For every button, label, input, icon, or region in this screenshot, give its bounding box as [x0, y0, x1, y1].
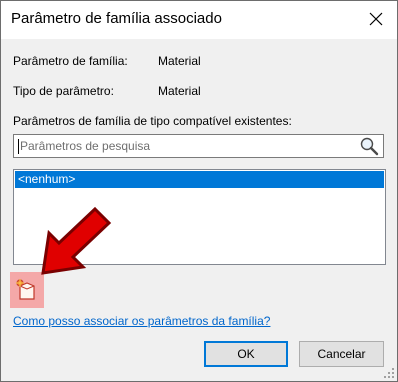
parameter-type-value: Material: [158, 84, 201, 98]
new-family-parameter-icon[interactable]: [14, 277, 40, 303]
search-field[interactable]: [13, 134, 384, 158]
close-icon: [369, 12, 383, 26]
list-item-none[interactable]: <nenhum>: [15, 171, 384, 188]
ok-button[interactable]: OK: [204, 341, 288, 367]
existing-parameters-label: Parâmetros de família de tipo compatível…: [13, 114, 292, 128]
search-icon[interactable]: [358, 136, 380, 156]
help-link[interactable]: Como posso associar os parâmetros da fam…: [13, 314, 270, 328]
search-input[interactable]: [20, 136, 355, 156]
existing-parameters-list[interactable]: <nenhum>: [13, 169, 386, 265]
new-parameter-highlight: [10, 272, 44, 308]
parameter-type-label: Tipo de parâmetro:: [13, 84, 114, 98]
associate-family-parameter-dialog: Parâmetro de família associado Parâmetro…: [0, 0, 398, 382]
resize-grip-icon[interactable]: [383, 367, 395, 379]
title-bar: Parâmetro de família associado: [1, 1, 397, 39]
close-button[interactable]: [361, 5, 391, 33]
cancel-button[interactable]: Cancelar: [299, 341, 384, 367]
dialog-title: Parâmetro de família associado: [11, 10, 222, 27]
family-parameter-value: Material: [158, 54, 201, 68]
text-caret: [18, 139, 19, 154]
family-parameter-label: Parâmetro de família:: [13, 54, 128, 68]
